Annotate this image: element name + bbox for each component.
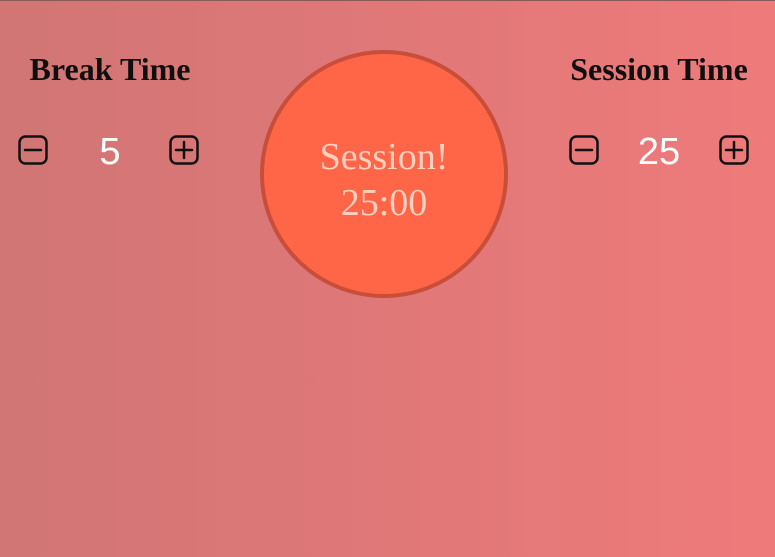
break-title: Break Time <box>29 51 191 87</box>
session-timer-button[interactable]: Session! 25:00 <box>260 50 508 298</box>
break-length-value: 5 <box>99 131 121 173</box>
session-increment-button[interactable] <box>718 134 750 166</box>
minus-square-icon <box>569 135 599 165</box>
break-controls: 5 <box>12 129 208 173</box>
break-increment-button[interactable] <box>168 134 200 166</box>
session-length-value: 25 <box>637 131 681 173</box>
timer-time: 25:00 <box>340 182 428 224</box>
break-panel: Break Time 5 <box>12 49 208 173</box>
session-controls: 25 <box>556 129 762 173</box>
plus-square-icon <box>719 135 749 165</box>
plus-square-icon <box>169 135 199 165</box>
break-decrement-button[interactable] <box>17 134 49 166</box>
minus-square-icon <box>18 135 48 165</box>
session-panel: Session Time 25 <box>556 49 762 173</box>
timer-label: Session! <box>319 136 449 178</box>
session-decrement-button[interactable] <box>568 134 600 166</box>
session-title: Session Time <box>570 51 748 87</box>
